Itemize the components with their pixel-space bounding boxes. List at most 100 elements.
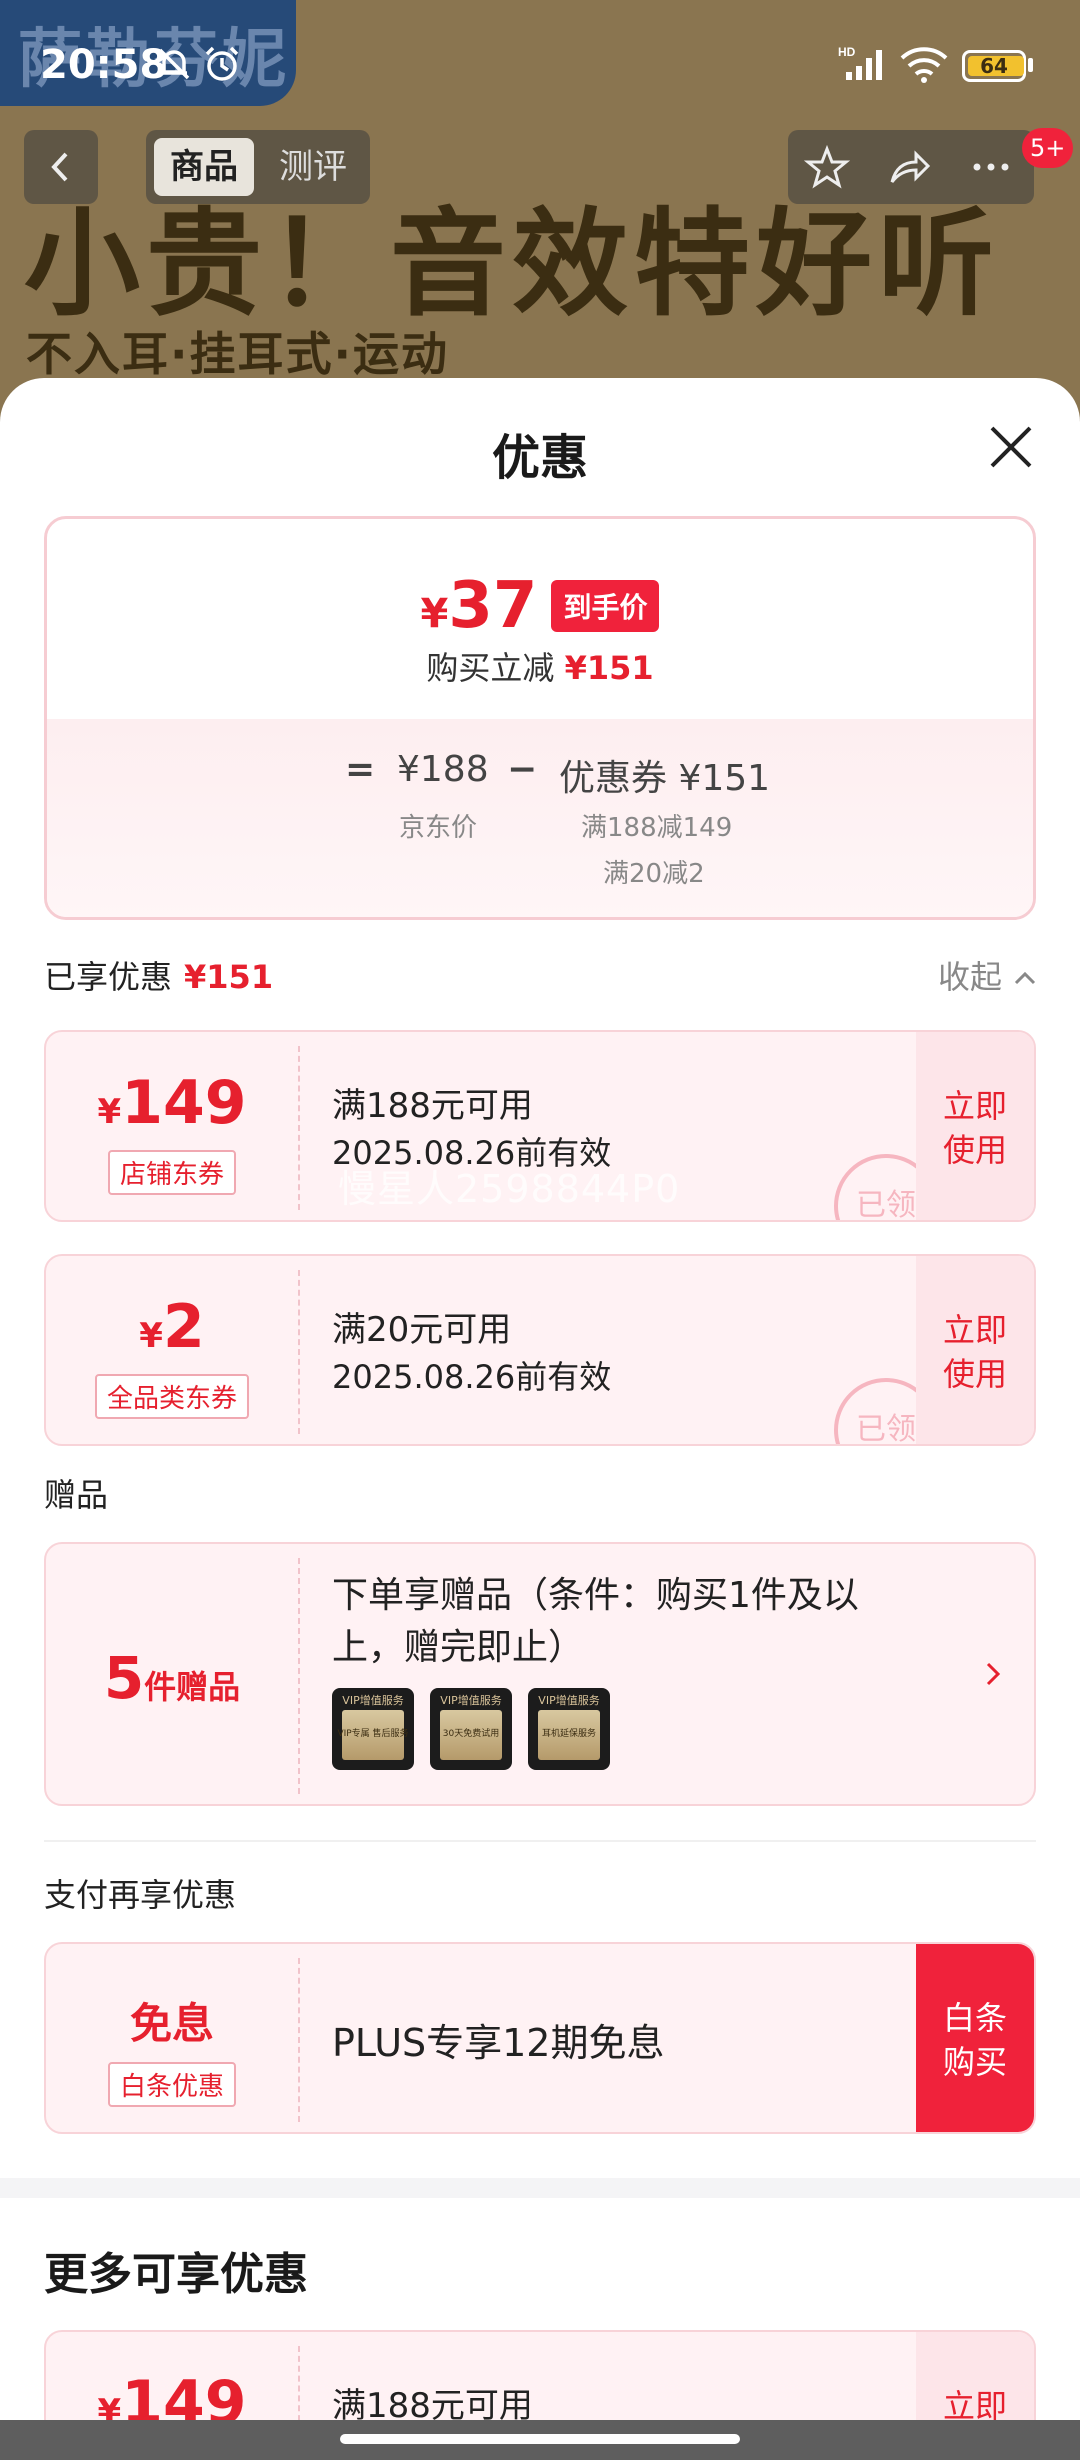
collapse-label: 收起 bbox=[938, 958, 1003, 996]
gift-thumb-label: 耳机延保服务 bbox=[541, 1729, 596, 1739]
share-icon[interactable] bbox=[886, 144, 932, 190]
home-indicator[interactable] bbox=[340, 2434, 740, 2444]
coupon-value-area: ¥2 全品类东券 bbox=[46, 1256, 298, 1444]
back-button[interactable] bbox=[24, 130, 98, 204]
sheet-title: 优惠 bbox=[491, 430, 588, 486]
gift-thumbnail[interactable]: VIP增值服务 耳机延保服务 bbox=[528, 1688, 610, 1770]
final-price-tag: 到手价 bbox=[551, 580, 660, 632]
gift-count: 5件赠品 bbox=[46, 1644, 298, 1712]
coupon-amount: ¥149 bbox=[46, 1068, 298, 1138]
gift-thumb-title: VIP增值服务 bbox=[538, 1694, 600, 1707]
gift-count-area: 5件赠品 bbox=[46, 1544, 298, 1804]
coupon-divider bbox=[298, 1270, 300, 1434]
tab-product[interactable]: 商品 bbox=[154, 138, 254, 196]
gift-thumb-title: VIP增值服务 bbox=[440, 1694, 502, 1707]
coupon-divider bbox=[298, 1046, 300, 1210]
section-gap bbox=[0, 2178, 1080, 2198]
gift-card[interactable]: 5件赠品 下单享赠品（条件：购买1件及以上，赠完即止） VIP增值服务 VIP专… bbox=[44, 1542, 1036, 1806]
gift-thumbnail[interactable]: VIP增值服务 VIP专属 售后服务 bbox=[332, 1688, 414, 1770]
enjoyed-discount-label: 已享优惠 ¥151 bbox=[44, 952, 273, 998]
collapse-button[interactable]: 收起 bbox=[938, 952, 1038, 998]
coupon-type-tag: 全品类东券 bbox=[94, 1374, 250, 1419]
message-badge: 5+ bbox=[1022, 128, 1074, 168]
battery-level: 64 bbox=[980, 54, 1008, 78]
coupon-condition: 满188元可用 bbox=[332, 1086, 533, 1126]
gift-divider bbox=[298, 1558, 300, 1794]
discount-sheet: 优惠 ¥37 到手价 购买立减 ¥151 = ¥188 − 优惠券 ¥151 京东… bbox=[0, 378, 1080, 2460]
coupon-validity: 2025.08.26前有效 bbox=[332, 1358, 612, 1396]
gift-thumb-label: 30天免费试用 bbox=[442, 1729, 500, 1739]
coupon-card: ¥149 店铺东券 满188元可用 2025.08.26前有效 慢星人25988… bbox=[44, 1030, 1036, 1222]
wifi-icon bbox=[900, 47, 948, 83]
formula-coupon-detail: 满20减2 bbox=[603, 859, 705, 889]
coupon-type-tag: 店铺东券 bbox=[107, 1150, 237, 1195]
svg-text:HD: HD bbox=[838, 45, 856, 59]
product-subline: 不入耳·挂耳式·运动 bbox=[26, 327, 449, 381]
coupon-condition: 满20元可用 bbox=[332, 1310, 512, 1350]
chevron-up-icon bbox=[1015, 971, 1036, 985]
instant-reduction: 购买立减 ¥151 bbox=[47, 643, 1033, 689]
chevron-right-icon bbox=[986, 1662, 1001, 1686]
coupon-amount-value: 2 bbox=[162, 1292, 205, 1362]
enjoyed-value: ¥151 bbox=[184, 958, 274, 996]
more-offers-title: 更多可享优惠 bbox=[44, 2249, 308, 2300]
currency-symbol: ¥ bbox=[139, 1316, 163, 1356]
alarm-icon bbox=[205, 46, 239, 81]
coupon-card: ¥2 全品类东券 满20元可用 2025.08.26前有效 已领 立即 使用 bbox=[44, 1254, 1036, 1446]
gift-thumb-label: VIP专属 售后服务 bbox=[337, 1729, 409, 1739]
gift-description: 下单享赠品（条件：购买1件及以上，赠完即止） bbox=[332, 1575, 859, 1668]
gift-count-value: 5 bbox=[103, 1644, 145, 1712]
reduction-value: ¥151 bbox=[564, 649, 654, 687]
section-divider bbox=[44, 1840, 1036, 1842]
currency-symbol: ¥ bbox=[97, 1092, 122, 1132]
final-price: ¥37 到手价 bbox=[47, 569, 1033, 643]
baitiao-buy-button[interactable]: 白条 购买 bbox=[916, 1944, 1034, 2132]
formula-minus: − bbox=[507, 749, 538, 790]
star-icon[interactable] bbox=[804, 144, 850, 190]
use-now-label: 使用 bbox=[942, 1355, 1007, 1393]
use-now-label: 立即 bbox=[942, 1311, 1007, 1349]
use-now-button[interactable]: 立即 使用 bbox=[916, 1032, 1034, 1220]
coupon-value-area: ¥149 店铺东券 bbox=[46, 1032, 298, 1220]
battery-icon: 64 bbox=[962, 50, 1026, 82]
price-summary-card: ¥37 到手价 购买立减 ¥151 = ¥188 − 优惠券 ¥151 京东价 满… bbox=[44, 516, 1036, 920]
formula-coupon: 优惠券 ¥151 bbox=[559, 758, 771, 799]
payment-offer-value-area: 免息 白条优惠 bbox=[46, 1944, 298, 2132]
status-bar: 20:58 HD 64 bbox=[0, 0, 1080, 140]
currency-symbol: ¥ bbox=[420, 591, 449, 637]
coupon-amount-value: 149 bbox=[121, 1068, 247, 1138]
payment-offer-tag: 白条优惠 bbox=[107, 2062, 237, 2107]
gift-count-unit: 件赠品 bbox=[144, 1668, 241, 1706]
pay-section-label: 支付再享优惠 bbox=[44, 1876, 237, 1914]
close-icon[interactable] bbox=[984, 420, 1038, 474]
chevron-left-icon bbox=[51, 152, 68, 182]
use-now-label: 立即 bbox=[942, 1087, 1007, 1125]
payment-divider bbox=[298, 1958, 300, 2122]
more-icon[interactable] bbox=[968, 144, 1014, 190]
formula-jd-price: ¥188 bbox=[397, 749, 489, 790]
formula-coupon-detail: 满188减149 bbox=[581, 813, 733, 843]
summary-breakdown-bg bbox=[47, 719, 1033, 917]
reduction-label: 购买立减 bbox=[426, 649, 555, 687]
baitiao-buy-label: 购买 bbox=[942, 2043, 1007, 2081]
tab-review[interactable]: 测评 bbox=[264, 138, 362, 196]
use-now-button[interactable]: 立即 使用 bbox=[916, 1256, 1034, 1444]
mute-bell-icon bbox=[158, 48, 190, 80]
gift-thumb-title: VIP增值服务 bbox=[342, 1694, 404, 1707]
enjoyed-label-text: 已享优惠 bbox=[44, 958, 173, 996]
gift-section-label: 赠品 bbox=[44, 1476, 109, 1514]
payment-offer-text: PLUS专享12期免息 bbox=[332, 2021, 665, 2065]
nav-actions bbox=[788, 130, 1034, 204]
user-watermark: 慢星人2598844P0 bbox=[338, 1167, 681, 1211]
battery-tip bbox=[1028, 58, 1033, 72]
payment-offer-card: 免息 白条优惠 PLUS专享12期免息 白条 购买 bbox=[44, 1942, 1036, 2134]
status-time: 20:58 bbox=[40, 42, 168, 88]
final-price-value: 37 bbox=[448, 569, 538, 643]
formula-jd-price-label: 京东价 bbox=[399, 813, 478, 843]
coupon-amount: ¥2 bbox=[46, 1292, 298, 1362]
use-now-label: 使用 bbox=[942, 1131, 1007, 1169]
signal-icon: HD bbox=[838, 45, 882, 80]
gift-thumbnail[interactable]: VIP增值服务 30天免费试用 bbox=[430, 1688, 512, 1770]
formula-equals: = bbox=[345, 749, 376, 790]
product-tabs: 商品 测评 bbox=[146, 130, 370, 204]
